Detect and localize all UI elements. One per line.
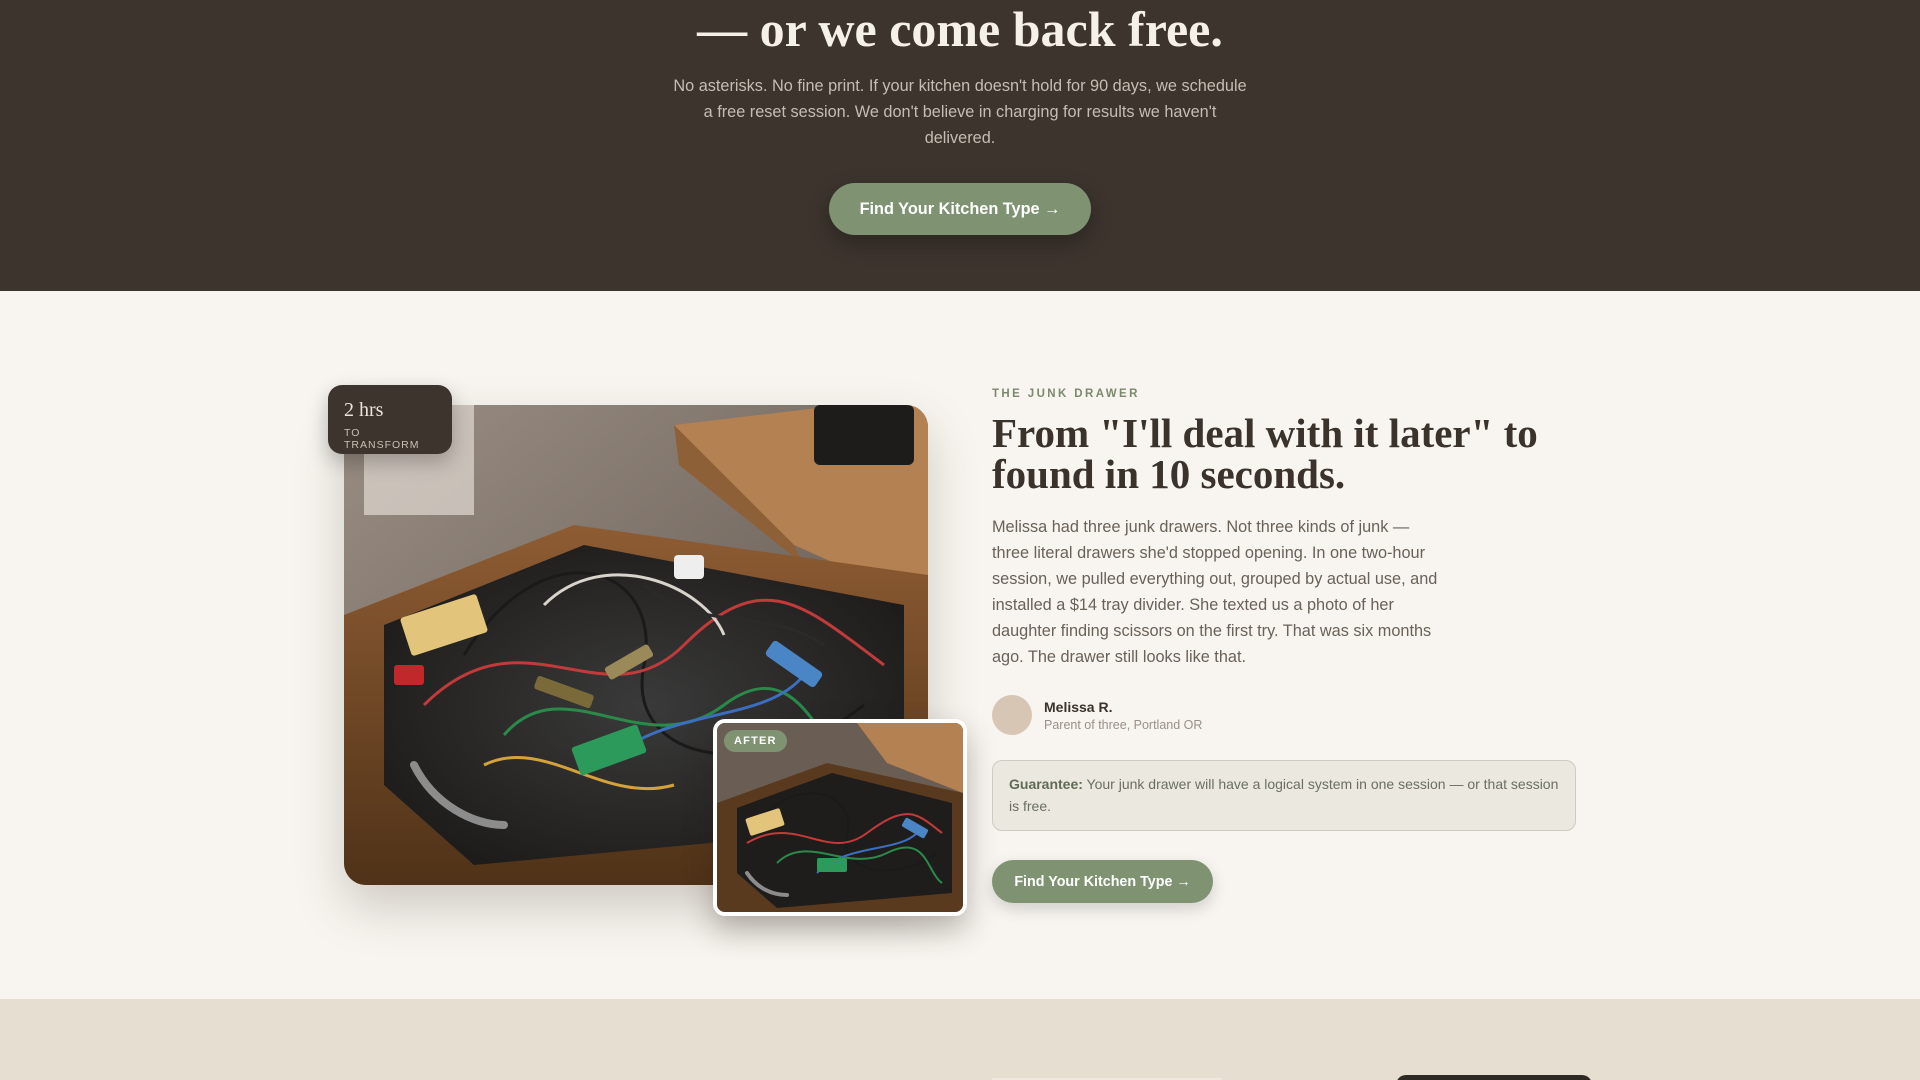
guarantee-label: Guarantee: (1009, 776, 1083, 792)
transform-time-label: TO TRANSFORM (344, 427, 420, 451)
after-label-badge: AFTER (724, 730, 787, 752)
next-section-dark-card (1396, 1075, 1592, 1080)
story-eyebrow: THE JUNK DRAWER (992, 388, 1140, 400)
next-section (0, 999, 1920, 1080)
hero-title: — or we come back free. (697, 1, 1223, 57)
author-meta: Parent of three, Portland OR (1044, 718, 1203, 732)
hero-subtitle: No asterisks. No fine print. If your kit… (673, 77, 1247, 147)
story-body: Melissa had three junk drawers. Not thre… (992, 518, 1438, 666)
transform-time-value: 2 hrs (344, 399, 384, 421)
story-find-kitchen-type-button[interactable]: Find Your Kitchen Type → (992, 860, 1213, 903)
author-avatar (992, 695, 1032, 735)
find-kitchen-type-button[interactable]: Find Your Kitchen Type → (829, 183, 1091, 235)
transform-time-badge: 2 hrs TO TRANSFORM (328, 385, 452, 454)
guarantee-hero-section: — or we come back free. No asterisks. No… (0, 0, 1920, 291)
guarantee-box: Guarantee: Your junk drawer will have a … (992, 760, 1576, 831)
guarantee-text: Your junk drawer will have a logical sys… (1009, 776, 1559, 814)
author-name: Melissa R. (1044, 699, 1113, 715)
story-headline: From "I'll deal with it later" to found … (992, 410, 1538, 497)
